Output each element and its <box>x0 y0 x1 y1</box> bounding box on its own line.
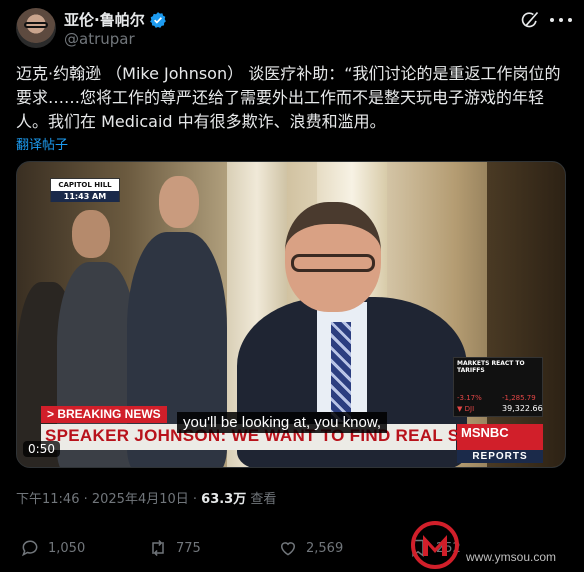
more-options-icon[interactable] <box>550 10 572 30</box>
video-player[interactable]: CAPITOL HILL 11:43 AM MARKETS REACT TO T… <box>16 161 566 468</box>
post-text: 迈克·约翰逊 （Mike Johnson） 谈医疗补助：“我们讨论的是重返工作岗… <box>16 64 561 131</box>
background-head <box>72 210 110 258</box>
grok-icon[interactable] <box>520 10 540 30</box>
speaker-glasses <box>291 254 375 272</box>
avatar-glasses <box>24 22 48 28</box>
background-curtain <box>487 162 565 467</box>
network-name: MSNBC <box>461 425 509 440</box>
network-subtitle: REPORTS <box>457 450 543 463</box>
post-meta: 下午11:46 · 2025年4月10日 · 63.3万 查看 <box>16 488 276 507</box>
background-head <box>159 176 199 228</box>
video-duration: 0:50 <box>23 441 60 457</box>
speaker-tie <box>331 322 351 422</box>
reply-button[interactable]: 1,050 <box>20 538 85 558</box>
market-points: -1,285.79 <box>502 394 536 402</box>
translate-post-link[interactable]: 翻译帖子 <box>16 134 68 153</box>
watermark-text: www.ymsou.com <box>466 550 557 564</box>
author-avatar[interactable] <box>16 8 56 48</box>
watermark-logo-icon <box>411 521 459 569</box>
view-label: 查看 <box>246 492 277 507</box>
view-count: 63.3万 <box>201 492 247 507</box>
author-row: 亚伦·鲁帕尔 <box>64 9 167 30</box>
breaking-news-label: > BREAKING NEWS <box>41 406 167 423</box>
tweet: 亚伦·鲁帕尔 @atrupar 迈克·约翰逊 （Mike Johnson） 谈医… <box>0 0 584 572</box>
repost-icon <box>152 539 164 557</box>
repost-button[interactable]: 775 <box>148 538 201 558</box>
reply-icon <box>21 540 38 557</box>
market-value: 39,322.66 <box>502 404 543 413</box>
market-name: ▼ DJI <box>457 405 475 413</box>
markets-ticker: MARKETS REACT TO TARIFFS -3.17% -1,285.7… <box>453 357 543 417</box>
author-handle[interactable]: @atrupar <box>64 30 135 48</box>
location-time: 11:43 AM <box>51 191 119 202</box>
post-datetime[interactable]: 下午11:46 · 2025年4月10日 · <box>16 492 201 507</box>
heart-icon <box>280 542 296 556</box>
repost-count: 775 <box>176 540 201 556</box>
network-logo: MSNBC <box>457 424 543 450</box>
reply-count: 1,050 <box>48 540 86 556</box>
author-name[interactable]: 亚伦·鲁帕尔 <box>64 9 145 30</box>
closed-caption: you'll be looking at, you know, <box>177 412 387 433</box>
location-label: CAPITOL HILL <box>58 181 112 189</box>
markets-title: MARKETS REACT TO TARIFFS <box>457 360 525 374</box>
market-change: -3.17% <box>457 394 482 402</box>
verified-badge-icon <box>149 11 166 28</box>
like-count: 2,569 <box>306 540 344 556</box>
like-button[interactable]: 2,569 <box>278 538 343 558</box>
location-tag: CAPITOL HILL 11:43 AM <box>50 178 120 202</box>
